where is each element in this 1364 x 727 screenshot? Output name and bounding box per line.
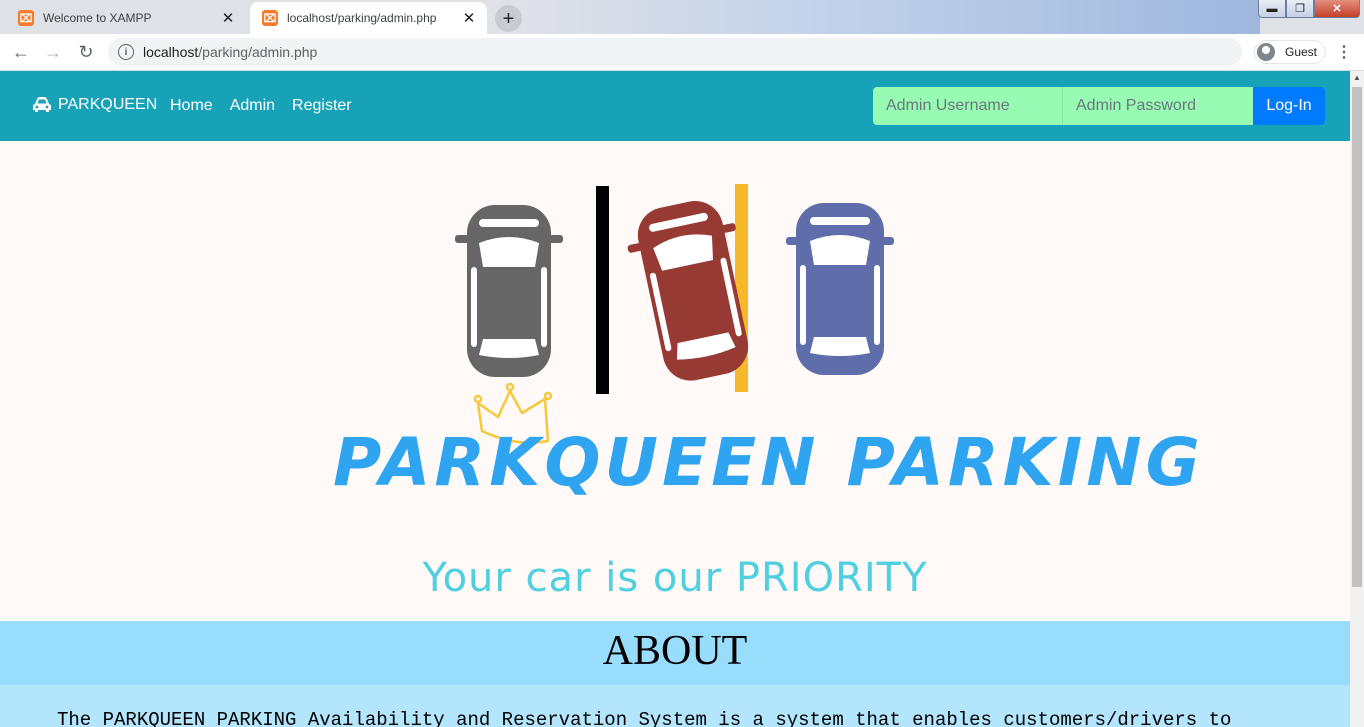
forward-arrow-icon[interactable]: → [41,40,65,64]
parking-illustration [455,184,894,444]
gray-car [455,205,563,377]
site-navbar: PARKQUEEN Home Admin Register Log-In [0,71,1350,141]
browser-tab-strip: ⌧ Welcome to XAMPP ✕ ⌧ localhost/parking… [0,0,1364,34]
about-heading: ABOUT [602,628,748,674]
xampp-icon: ⌧ [262,10,278,26]
avatar-icon [1257,43,1275,61]
new-tab-button[interactable]: + [495,5,522,32]
admin-username-input[interactable] [873,87,1063,125]
about-header: ABOUT [0,621,1350,685]
hero-tagline: Your car is our PRIORITY [422,555,928,601]
hero-banner: PARKQUEEN PARKING Your car is our PRIORI… [0,141,1350,621]
profile-button[interactable]: Guest [1254,40,1327,64]
info-icon[interactable]: i [118,44,134,60]
about-section: The PARKQUEEN PARKING Availability and R… [0,685,1350,727]
minimize-button[interactable]: ▬ [1258,0,1286,18]
restore-button[interactable]: ❐ [1286,0,1314,18]
tab-admin[interactable]: ⌧ localhost/parking/admin.php ✕ [250,2,487,34]
title-bar-background [520,0,1260,34]
logo-wordmark: PARKQUEEN PARKING [333,424,1204,501]
reload-icon[interactable]: ↻ [74,40,98,64]
blue-car [786,203,894,375]
admin-password-input[interactable] [1063,87,1253,125]
url-path: /parking/admin.php [198,44,318,60]
brand-label: PARKQUEEN [58,96,158,113]
back-arrow-icon[interactable]: ← [9,40,33,64]
tab-title: Welcome to XAMPP [43,11,152,25]
tab-title: localhost/parking/admin.php [287,11,437,25]
close-icon[interactable]: ✕ [461,9,477,27]
profile-label: Guest [1285,45,1318,59]
nav-register-link[interactable]: Register [292,97,352,115]
car-icon [33,97,51,112]
window-close-button[interactable]: ✕ [1314,0,1360,18]
nav-links: Home Admin Register [170,97,369,115]
address-bar: ← → ↻ i localhost/parking/admin.php Gues… [0,34,1364,71]
page-viewport: PARKQUEEN Home Admin Register Log-In [0,71,1350,727]
xampp-icon: ⌧ [18,10,34,26]
tab-xampp[interactable]: ⌧ Welcome to XAMPP ✕ [6,2,246,34]
black-lane-line [596,186,609,394]
brand-link[interactable]: PARKQUEEN [32,96,157,114]
scrollbar-thumb[interactable] [1352,87,1362,587]
nav-home-link[interactable]: Home [170,97,213,115]
scroll-up-arrow-icon[interactable]: ▲ [1350,71,1364,85]
url-input[interactable]: i localhost/parking/admin.php [108,38,1242,66]
login-button[interactable]: Log-In [1253,87,1325,125]
kebab-menu-icon[interactable]: ⋮ [1336,42,1352,62]
page-scrollbar[interactable]: ▲ [1350,71,1364,727]
window-controls: ▬ ❐ ✕ [1258,0,1360,18]
url-host: localhost [143,44,199,60]
admin-login-form: Log-In [873,87,1325,125]
about-text: The PARKQUEEN PARKING Availability and R… [57,709,1232,727]
nav-admin-link[interactable]: Admin [230,97,275,115]
close-icon[interactable]: ✕ [220,9,236,27]
